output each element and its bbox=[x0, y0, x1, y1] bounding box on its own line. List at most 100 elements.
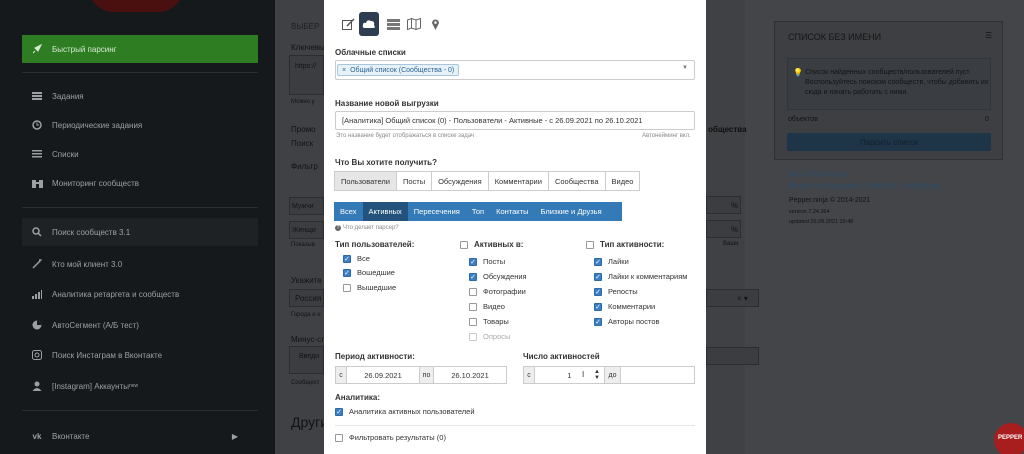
pin-icon[interactable] bbox=[425, 12, 445, 36]
list-panel-title: СПИСОК БЕЗ ИМЕНИ bbox=[788, 32, 882, 42]
checkbox-photos[interactable]: Фотографии bbox=[469, 287, 526, 296]
cloud-list-tag[interactable]: × Общий список (Сообщества - 0) bbox=[337, 64, 460, 76]
sidebar-item-community-search[interactable]: Поиск сообществ 3.1 bbox=[22, 218, 258, 246]
checkbox-label: Фотографии bbox=[483, 287, 526, 296]
bg-textarea bbox=[289, 55, 324, 95]
checkbox-all[interactable]: ✓ Все bbox=[343, 254, 370, 263]
sidebar-item-label: [Instagram] Аккаунты bbox=[52, 381, 129, 391]
bg-comm: Сообщест bbox=[291, 380, 320, 386]
checkbox-activity-type[interactable]: Тип активности: bbox=[586, 240, 664, 249]
tab-comments[interactable]: Комментарии bbox=[487, 171, 549, 191]
sidebar-item-monitoring[interactable]: Мониторинг сообществ bbox=[22, 169, 258, 197]
tab-posts[interactable]: Посты bbox=[395, 171, 433, 191]
divider bbox=[22, 207, 258, 208]
checkbox-joined[interactable]: ✓ Вошедшие bbox=[343, 268, 395, 277]
count-to-input[interactable] bbox=[621, 367, 694, 383]
bg-male: Мужчи bbox=[292, 203, 314, 210]
parser-help-label: Что делает парсер? bbox=[343, 225, 399, 231]
cloud-icon[interactable] bbox=[359, 12, 379, 36]
checkbox-active-in[interactable]: Активных в: bbox=[460, 240, 523, 249]
sidebar-item-my-client[interactable]: Кто мой клиент 3.0 bbox=[22, 250, 258, 278]
sidebar-item-label: Аналитика ретаргета и сообществ bbox=[52, 289, 180, 299]
tab-video[interactable]: Видео bbox=[604, 171, 641, 191]
chevron-down-icon[interactable]: ▼ bbox=[682, 65, 688, 71]
vk-link[interactable]: Мы в Вконтакте bbox=[789, 170, 848, 179]
want-label: Что Вы хотите получить? bbox=[335, 158, 437, 167]
bg-textarea bbox=[289, 346, 324, 374]
mode-tabs: Всех Активных Пересечения Топ Контакты Б… bbox=[334, 202, 622, 221]
checkbox-label: Лайки bbox=[608, 257, 629, 266]
bg-url: https:// bbox=[295, 63, 317, 70]
tab-users[interactable]: Пользователи bbox=[334, 171, 397, 191]
period-range: с 26.09.2021 по 26.10.2021 bbox=[335, 366, 507, 384]
tab-discussions[interactable]: Обсуждения bbox=[431, 171, 489, 191]
checkbox-likes[interactable]: ✓ Лайки bbox=[594, 257, 629, 266]
objects-count: 0 bbox=[985, 116, 989, 123]
checkbox-reposts[interactable]: ✓ Репосты bbox=[594, 287, 638, 296]
video-link[interactable]: Видео инструкции по работе с сервисом bbox=[789, 181, 940, 190]
bg-select-chevron: × ▾ bbox=[737, 294, 748, 303]
server-icon[interactable] bbox=[383, 12, 403, 36]
wand-icon bbox=[22, 259, 52, 269]
subtab-contacts[interactable]: Контакты bbox=[490, 202, 534, 221]
checkbox-discussions[interactable]: ✓ Обсуждения bbox=[469, 272, 527, 281]
count-range: с 1 I ▲ ▼ до bbox=[523, 366, 695, 384]
checkbox-label: Обсуждения bbox=[483, 272, 527, 281]
sidebar-item-periodic-tasks[interactable]: Периодические задания bbox=[22, 111, 258, 139]
count-label: Число активностей bbox=[523, 352, 600, 361]
tab-communities[interactable]: Сообщества bbox=[547, 171, 606, 191]
quick-parse-label: Быстрый парсинг bbox=[52, 44, 117, 54]
checkbox-goods[interactable]: Товары bbox=[469, 317, 509, 326]
sidebar-item-label: Поиск сообществ 3.1 bbox=[52, 227, 131, 237]
subtab-friends[interactable]: Близкие и Друзья bbox=[534, 202, 607, 221]
spinner-icon[interactable]: ▲ ▼ bbox=[594, 369, 600, 381]
tag-remove-icon[interactable]: × bbox=[342, 67, 346, 74]
date-from-input[interactable]: 26.09.2021 bbox=[347, 367, 420, 383]
bg-filters: Фильтр bbox=[291, 162, 318, 171]
checkbox-active-analytics[interactable]: ✓ Аналитика активных пользователей bbox=[335, 407, 475, 416]
sidebar-item-instagram-accounts[interactable]: [Instagram] Аккаунты new bbox=[22, 372, 258, 400]
export-name-input[interactable]: [Аналитика] Общий список (0) - Пользоват… bbox=[335, 111, 695, 130]
checkbox-left[interactable]: Вышедшие bbox=[343, 283, 396, 292]
date-to-input[interactable]: 26.10.2021 bbox=[434, 367, 506, 383]
autoname-toggle[interactable]: Автонейминг вкл. bbox=[642, 133, 691, 139]
checkbox-video[interactable]: Видео bbox=[469, 302, 505, 311]
divider bbox=[22, 72, 258, 73]
analytics-label: Аналитика: bbox=[335, 393, 381, 402]
checkbox-posts[interactable]: ✓ Посты bbox=[469, 257, 505, 266]
sidebar-item-retarget-analytics[interactable]: Аналитика ретаргета и сообществ bbox=[22, 280, 258, 308]
sidebar-item-lists[interactable]: Списки bbox=[22, 140, 258, 168]
menu-icon[interactable]: ☰ bbox=[985, 31, 992, 40]
question-icon: ? bbox=[335, 225, 341, 231]
sidebar-item-label: Мониторинг сообществ bbox=[52, 178, 140, 188]
checkbox-label: Аналитика активных пользователей bbox=[349, 407, 475, 416]
checkbox-comments[interactable]: ✓ Комментарии bbox=[594, 302, 655, 311]
checkbox-post-authors[interactable]: ✓ Авторы постов bbox=[594, 317, 659, 326]
subtab-active[interactable]: Активных bbox=[362, 202, 408, 221]
quick-parse-button[interactable]: Быстрый парсинг bbox=[22, 35, 258, 63]
count-from-input[interactable]: 1 I ▲ ▼ bbox=[535, 367, 605, 383]
subtab-intersections[interactable]: Пересечения bbox=[408, 202, 466, 221]
sidebar-item-tasks[interactable]: Задания bbox=[22, 82, 258, 110]
sidebar: Быстрый парсинг Задания Периодические за… bbox=[0, 0, 275, 454]
updated: updated 26.09.2021 19:48 bbox=[789, 219, 854, 225]
sidebar-item-label: Списки bbox=[52, 149, 79, 159]
subtab-top[interactable]: Топ bbox=[466, 202, 490, 221]
edit-icon[interactable] bbox=[338, 12, 358, 36]
checkbox-filter-results[interactable]: Фильтровать результаты (0) bbox=[335, 433, 446, 442]
checkbox-label: Тип активности: bbox=[600, 240, 665, 249]
parser-help-link[interactable]: ? Что делает парсер? bbox=[335, 225, 399, 231]
map-icon[interactable] bbox=[404, 12, 424, 36]
checkbox-comment-likes[interactable]: ✓ Лайки к комментариям bbox=[594, 272, 687, 281]
export-modal: Облачные списки × Общий список (Сообщест… bbox=[324, 0, 706, 454]
sidebar-item-vk[interactable]: vk Вконтакте ▶ bbox=[22, 422, 258, 450]
sidebar-item-instagram-search[interactable]: Поиск Инстаграм в Вконтакте bbox=[22, 341, 258, 369]
sidebar-item-label: Задания bbox=[52, 91, 84, 101]
checkbox-label: Все bbox=[357, 254, 370, 263]
sidebar-item-autosegment[interactable]: АвтоСегмент (А/Б тест) bbox=[22, 311, 258, 339]
subtab-all[interactable]: Всех bbox=[334, 202, 363, 221]
bg-hint: Можно у bbox=[291, 99, 315, 105]
bg-female: Женщи bbox=[292, 227, 316, 234]
parse-list-button[interactable]: Парсить список bbox=[787, 133, 991, 151]
checkbox-label: Репосты bbox=[608, 287, 638, 296]
